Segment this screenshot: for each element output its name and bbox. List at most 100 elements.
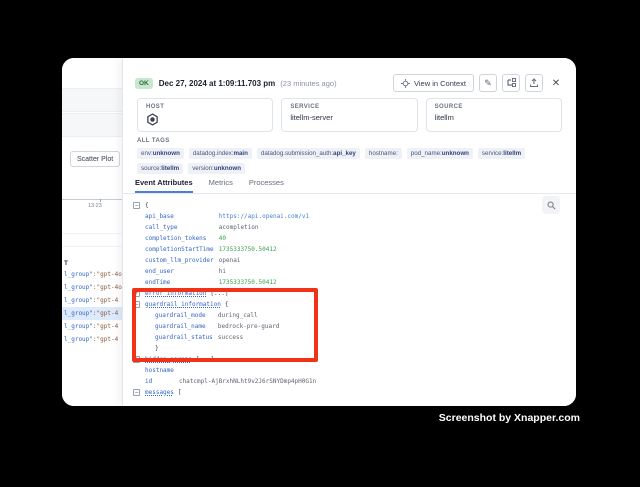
tag-value: main	[233, 150, 247, 157]
attribute-line: call_type acompletion	[123, 222, 576, 233]
tag-list: env:unknown datadog.index:main datadog.sub…	[137, 148, 562, 174]
tag-value: unknown	[214, 165, 241, 172]
row-value-text: :"gpt-4	[93, 310, 118, 317]
event-list-row[interactable]: l_group":"gpt-4	[62, 294, 122, 307]
tag-pill[interactable]: pod_name:unknown	[407, 148, 473, 159]
watermark: Screenshot by Xnapper.com	[439, 412, 580, 424]
attribute-key[interactable]: guardrail_mode	[155, 312, 206, 319]
event-list-row[interactable]: l_group":"gpt-4	[62, 333, 122, 346]
tab-metrics[interactable]: Metrics	[209, 178, 233, 193]
tag-pill[interactable]: hostname:	[365, 148, 402, 159]
tag-pill[interactable]: version:unknown	[188, 163, 245, 174]
info-boxes: HOSTSERVICElitellm-serverSOURCElitellm	[137, 98, 562, 132]
event-list-row[interactable]: l_group":"gpt-4o	[62, 268, 122, 281]
row-key-text: l_group"	[64, 310, 93, 317]
attribute-key[interactable]: hidden_params	[145, 356, 192, 363]
event-list-header: T	[64, 260, 68, 267]
attribute-line: guardrail_status success	[123, 332, 576, 343]
attribute-key[interactable]: guardrail_status	[155, 334, 213, 341]
export-button[interactable]	[525, 74, 543, 92]
attribute-value: acompletion	[219, 222, 259, 233]
edit-button[interactable]: ✎	[479, 74, 497, 92]
json-punctuation: {	[145, 202, 149, 209]
source-value: litellm	[435, 113, 553, 122]
host-hexagon-icon	[146, 113, 264, 126]
app-window: Scatter Plot 13:23 T l_group":"gpt-4ol_g…	[62, 58, 576, 406]
expand-icon[interactable]: +	[133, 356, 140, 363]
timeline-axis: 13:23	[62, 199, 122, 200]
search-attributes-button[interactable]	[542, 196, 560, 214]
pencil-icon: ✎	[484, 79, 492, 88]
tag-pill[interactable]: datadog.submission_auth:api_key	[257, 148, 360, 159]
attribute-line: end_user hi	[123, 266, 576, 277]
attribute-value: success	[218, 332, 243, 343]
attribute-line: guardrail_namebedrock-pre-guard	[123, 321, 576, 332]
tab-processes[interactable]: Processes	[249, 178, 284, 193]
axis-tick	[100, 199, 101, 202]
related-traces-button[interactable]	[502, 74, 520, 92]
row-value-text: :"gpt-4	[93, 297, 118, 304]
service-box: SERVICE litellm-server	[281, 98, 417, 132]
event-timestamp: Dec 27, 2024 at 1:09:11.703 pm	[159, 79, 276, 88]
collapse-icon[interactable]: −	[133, 202, 140, 209]
attribute-value[interactable]: https://api.openai.com/v1	[219, 211, 309, 222]
collapse-icon[interactable]: −	[133, 301, 140, 308]
event-detail-panel: OK Dec 27, 2024 at 1:09:11.703 pm (23 mi…	[122, 58, 576, 406]
service-label: SERVICE	[290, 104, 408, 110]
scatter-plot-button[interactable]: Scatter Plot	[70, 151, 120, 167]
row-key-text: l_group"	[64, 284, 93, 291]
tag-pill[interactable]: env:unknown	[137, 148, 184, 159]
attribute-key[interactable]: api_base	[145, 213, 174, 220]
attribute-key[interactable]: error_information	[145, 290, 206, 297]
background-page: Scatter Plot 13:23 T l_group":"gpt-4ol_g…	[62, 58, 122, 406]
event-list-row[interactable]: l_group":"gpt-4	[62, 320, 122, 333]
attribute-line: idchatcmpl-AjBrxhNLht9v2J6rSNYDmp4pH0G1n	[123, 376, 576, 387]
attribute-key[interactable]: id	[145, 378, 152, 385]
json-punctuation: [	[178, 389, 182, 396]
attribute-key[interactable]: call_type	[145, 224, 178, 231]
trace-icon	[506, 78, 516, 88]
event-list-row[interactable]: l_group":"gpt-4	[62, 307, 122, 320]
attribute-key[interactable]: guardrail_information	[145, 301, 221, 308]
event-list-row[interactable]: l_group":"gpt-4o	[62, 281, 122, 294]
tag-pill[interactable]: datadog.index:main	[189, 148, 252, 159]
attribute-key[interactable]: messages	[145, 389, 174, 396]
row-value-text: :"gpt-4	[93, 336, 118, 343]
attribute-line: −guardrail_information{	[123, 299, 576, 310]
all-tags-section: ALL TAGS env:unknowndatadog.index:mainda…	[137, 138, 562, 174]
attribute-key[interactable]: end_user	[145, 268, 174, 275]
background-control-block	[62, 88, 122, 112]
host-value	[146, 113, 264, 126]
axis-tick-label: 13:23	[88, 203, 102, 209]
host-box: HOST	[137, 98, 273, 132]
attribute-key[interactable]: custom_llm_provider	[145, 257, 214, 264]
service-value: litellm-server	[290, 113, 408, 122]
row-key-text: l_group"	[64, 336, 93, 343]
attribute-value: openai	[219, 255, 241, 266]
header-actions: View in Context ✎	[393, 74, 564, 92]
attribute-key[interactable]: completion_tokens	[145, 235, 206, 242]
expand-icon[interactable]: +	[133, 290, 140, 297]
collapse-icon[interactable]: −	[133, 389, 140, 396]
attribute-line: custom_llm_provider openai	[123, 255, 576, 266]
attribute-line: + hidden_params [...]	[123, 354, 576, 365]
tab-bar: Event Attributes Metrics Processes	[123, 178, 576, 194]
attribute-key[interactable]: completionStartTime	[145, 246, 214, 253]
tab-event-attributes[interactable]: Event Attributes	[135, 178, 193, 193]
attribute-key[interactable]: endTime	[145, 279, 170, 286]
json-punctuation: [...]	[196, 356, 214, 363]
tag-value: unknown	[153, 150, 180, 157]
attribute-value: hi	[219, 266, 226, 277]
attribute-key[interactable]: guardrail_name	[155, 323, 206, 330]
relative-time: (23 minutes ago)	[280, 79, 336, 88]
view-in-context-label: View in Context	[414, 79, 466, 88]
tag-pill[interactable]: service:litellm	[478, 148, 525, 159]
attribute-key[interactable]: hostname	[145, 367, 174, 374]
json-punctuation: [...]	[210, 290, 228, 297]
attribute-line: api_base https://api.openai.com/v1	[123, 211, 576, 222]
close-button[interactable]: ✕	[548, 74, 564, 92]
view-in-context-button[interactable]: View in Context	[393, 74, 474, 92]
tag-pill[interactable]: source:litellm	[137, 163, 183, 174]
json-punctuation: }	[155, 345, 159, 352]
tag-value: litellm	[503, 150, 521, 157]
